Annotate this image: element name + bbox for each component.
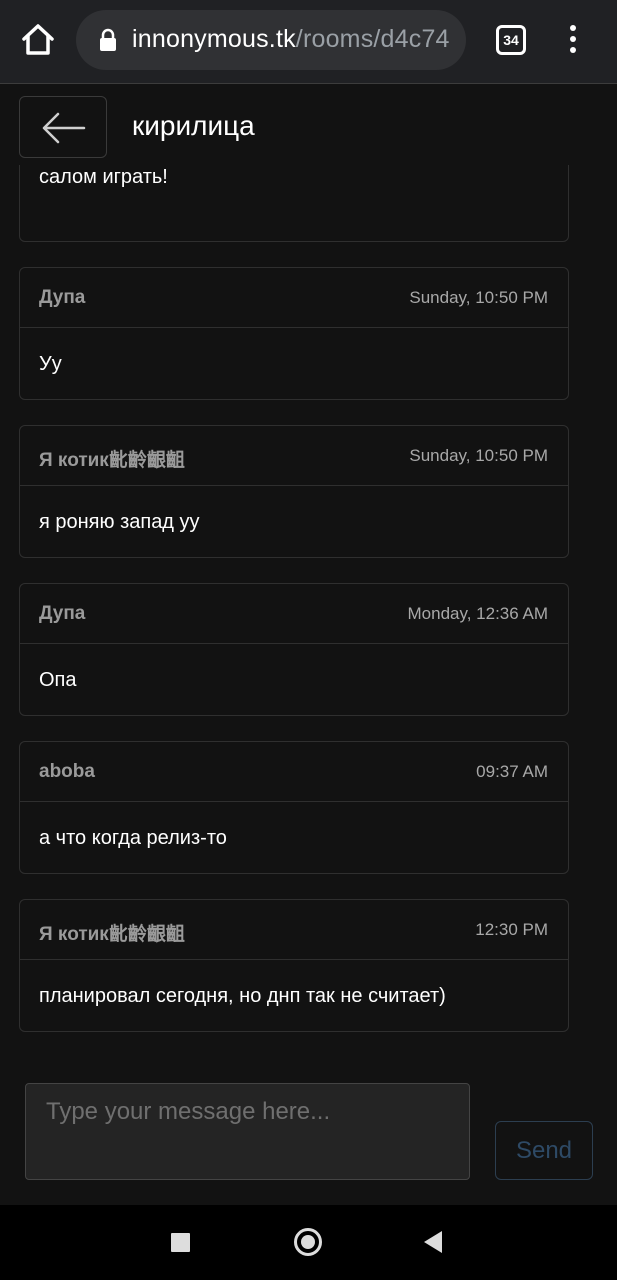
home-circle-icon[interactable]: [294, 1228, 322, 1256]
message-text: я роняю запад уу: [39, 511, 200, 533]
message-time: Monday, 12:36 AM: [407, 604, 549, 623]
browser-toolbar: innonymous.tk/rooms/d4c74 34: [0, 0, 617, 84]
send-button[interactable]: Send: [495, 1121, 593, 1180]
message-time: Sunday, 10:50 PM: [409, 288, 548, 307]
message-author: Я котик齔齡齦齟: [39, 450, 185, 471]
message-author: Дупа: [39, 603, 86, 624]
home-icon[interactable]: [18, 20, 58, 60]
message-time: Sunday, 10:50 PM: [409, 446, 548, 465]
message-time: 12:30 PM: [475, 920, 548, 939]
url-domain: innonymous.tk: [132, 25, 296, 53]
recent-apps-icon[interactable]: [171, 1233, 190, 1252]
chat-room: зачем я фурри, не слышит, никто не говор…: [0, 85, 617, 1205]
kebab-menu-icon[interactable]: [562, 22, 584, 58]
url-path: /rooms/d4c74: [295, 25, 450, 53]
message-header: aboba 09:37 AM: [20, 742, 568, 802]
message-author: aboba: [39, 761, 95, 782]
message-header: Дупа Monday, 12:36 AM: [20, 584, 568, 644]
message-card: Дупа Monday, 12:36 AM Опа: [19, 583, 569, 716]
system-nav-bar: [0, 1205, 617, 1280]
message-text: а что когда релиз-то: [39, 827, 227, 849]
lock-icon: [98, 28, 118, 52]
message-header: Я котик齔齡齦齟 12:30 PM: [20, 900, 568, 960]
message-header: Дупа Sunday, 10:50 PM: [20, 268, 568, 328]
address-bar[interactable]: innonymous.tk/rooms/d4c74: [76, 10, 466, 70]
message-text: планировал сегодня, но днп так не считае…: [39, 985, 446, 1007]
message-input[interactable]: [25, 1083, 470, 1180]
message-author: Я котик齔齡齦齟: [39, 924, 185, 945]
message-card: Дупа Sunday, 10:50 PM Уу: [19, 267, 569, 400]
message-author: Дупа: [39, 287, 86, 308]
message-text: Уу: [39, 353, 62, 375]
message-text: Опа: [39, 669, 77, 691]
message-time: 09:37 AM: [476, 762, 548, 781]
back-button[interactable]: [19, 96, 107, 158]
url-text: innonymous.tk/rooms/d4c74: [132, 25, 450, 54]
message-card: aboba 09:37 AM а что когда релиз-то: [19, 741, 569, 874]
room-title: кирилица: [132, 110, 255, 141]
room-header: кирилица: [0, 85, 617, 165]
message-card: Я котик齔齡齦齟 12:30 PM планировал сегодня,…: [19, 899, 569, 1032]
arrow-left-icon: [42, 112, 86, 144]
message-card: Я котик齔齡齦齟 Sunday, 10:50 PM я роняю зап…: [19, 425, 569, 558]
back-triangle-icon[interactable]: [424, 1231, 442, 1253]
message-header: Я котик齔齡齦齟 Sunday, 10:50 PM: [20, 426, 568, 486]
tab-switcher-button[interactable]: 34: [496, 25, 526, 55]
